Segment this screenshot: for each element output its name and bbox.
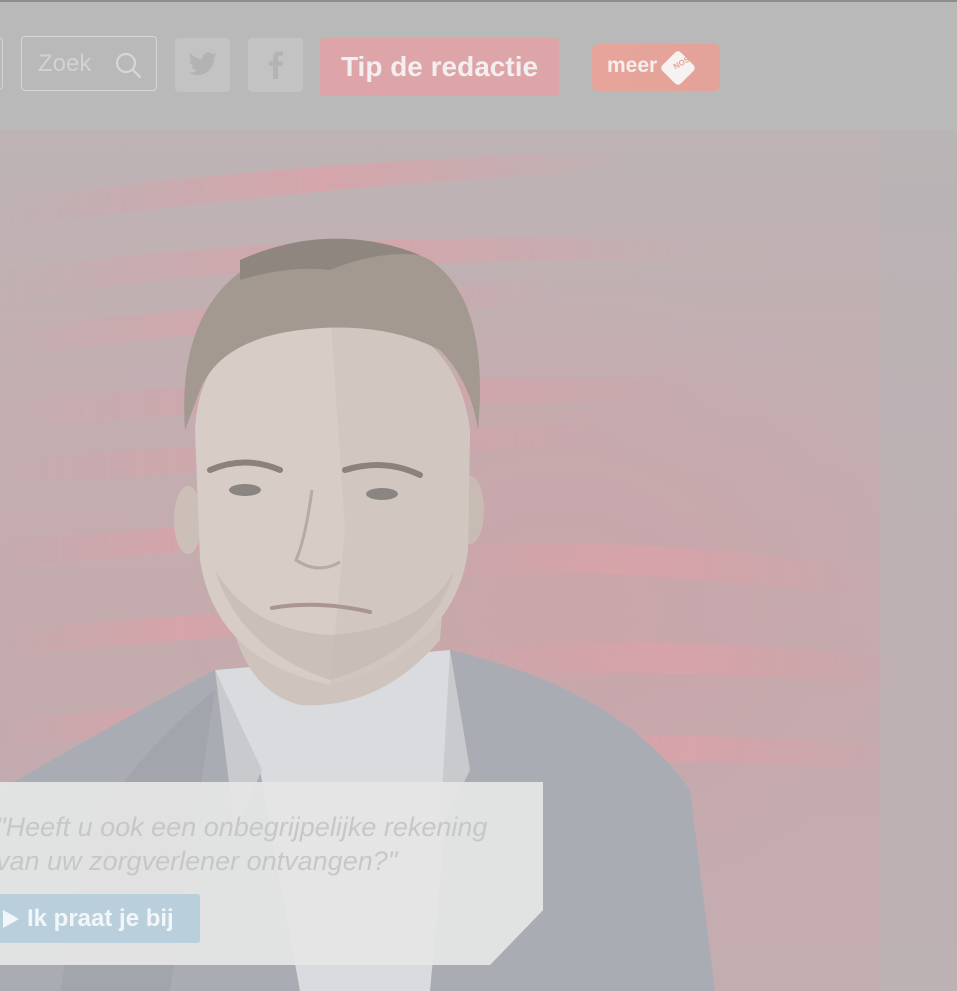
npo-logo-icon: NOS [661, 51, 695, 85]
nav-edge-item[interactable] [0, 37, 3, 90]
header-bar: Tip de redactie meer NOS [0, 0, 957, 130]
quote-card: "Heeft u ook een onbegrijpelijke rekenin… [0, 782, 543, 965]
twitter-icon [188, 52, 217, 76]
search-input[interactable] [22, 37, 122, 90]
quote-text: "Heeft u ook een onbegrijpelijke rekenin… [0, 812, 488, 876]
ik-praat-je-bij-button[interactable]: Ik praat je bij [0, 894, 200, 943]
facebook-icon [268, 51, 283, 79]
tip-button-label: Tip de redactie [340, 51, 539, 82]
play-icon [3, 909, 19, 928]
meer-label: meer [607, 54, 658, 77]
tip-de-redactie-button[interactable]: Tip de redactie [320, 38, 559, 96]
search-icon[interactable] [114, 51, 142, 79]
hero-banner: "Heeft u ook een onbegrijpelijke rekenin… [0, 130, 957, 991]
search-box[interactable] [21, 36, 157, 91]
cta-label: Ik praat je bij [27, 904, 174, 932]
meer-npo-button[interactable]: meer NOS [592, 44, 720, 91]
twitter-button[interactable] [175, 38, 230, 92]
facebook-button[interactable] [248, 38, 303, 92]
